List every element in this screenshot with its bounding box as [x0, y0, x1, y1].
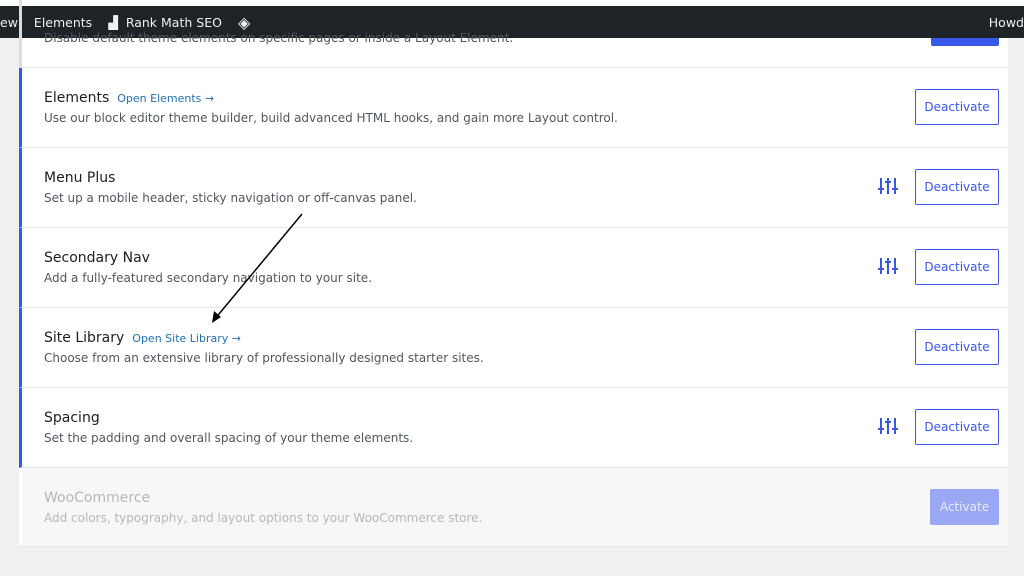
annotation-arrow [212, 213, 303, 323]
